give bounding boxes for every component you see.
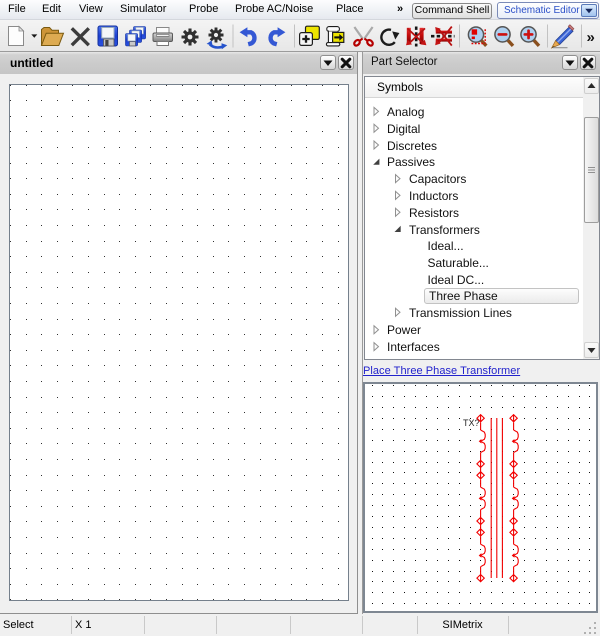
svg-text:TX?: TX?	[463, 418, 480, 428]
svg-text:»: »	[587, 29, 595, 46]
